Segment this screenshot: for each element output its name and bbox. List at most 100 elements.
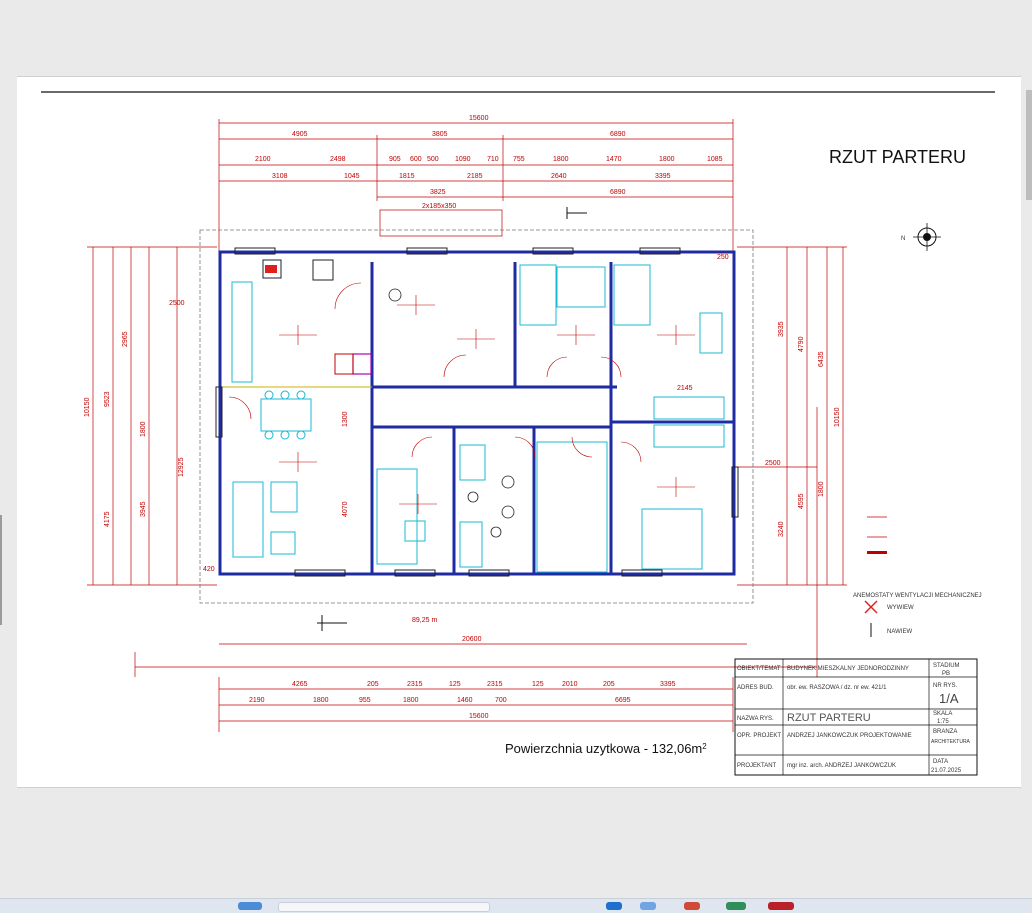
taskbar-search-box[interactable] [278, 902, 490, 912]
dim-right-1: 3935 [778, 321, 785, 337]
dim-r2-10: 1470 [606, 156, 622, 163]
dim-b1-5: 2315 [487, 681, 503, 688]
tb-side-label-4: BRANZA [933, 729, 957, 735]
dim-r2-11: 1800 [659, 156, 675, 163]
tb-value-5: mgr inz. arch. ANDRZEJ JANKOWCZUK [787, 763, 896, 769]
foundation-outline [199, 229, 754, 604]
tb-side-value-5: 21.07.2025 [931, 768, 962, 774]
tb-value-4: ANDRZEJ JANKOWCZUK PROJEKTOWANIE [787, 733, 912, 739]
dim-b2-7: 6695 [615, 697, 631, 704]
dim-b2-6: 700 [495, 697, 507, 704]
tb-side-label-3: SKALA [933, 711, 952, 717]
dim-r3-6: 3395 [655, 173, 671, 180]
dim-overall-bottom: 20600 [462, 636, 482, 643]
label-250: 250 [717, 254, 729, 261]
dim-right-2: 4790 [798, 336, 805, 352]
dim-left-7: 4070 [342, 501, 349, 517]
legend-heading: ANEMOSTATY WENTYLACJI MECHANICZNEJ [853, 593, 982, 599]
tb-side-value-2: 1/A [939, 691, 959, 706]
dim-b1-6: 125 [532, 681, 544, 688]
furniture [231, 264, 725, 573]
drawing-title: RZUT PARTERU [829, 147, 966, 167]
tb-label-1: OBIEKT/TEMAT [737, 666, 781, 672]
legend-item-exhaust: WYWIEW [887, 605, 914, 611]
bathroom-fixtures [388, 288, 515, 538]
building-walls [218, 250, 736, 576]
usable-area-label: Powierzchnia uzytkowa - 132,06m2 [505, 741, 707, 756]
dim-r3-2: 1045 [344, 173, 360, 180]
tb-value-3: RZUT PARTERU [787, 712, 871, 724]
taskbar-app-icon-4[interactable] [684, 902, 700, 910]
area-small-label: 89,25 m [412, 617, 437, 624]
dim-b1-1: 4265 [292, 681, 308, 688]
tb-side-value-3: 1:75 [937, 719, 949, 725]
dim-left-9: 2500 [169, 300, 185, 307]
dim-b2-3: 955 [359, 697, 371, 704]
dim-b2-1: 2190 [249, 697, 265, 704]
dim-right-7: 2500 [765, 460, 781, 467]
dim-b1-3: 2315 [407, 681, 423, 688]
dim-total-top: 15600 [469, 115, 489, 122]
dim-b1-9: 3395 [660, 681, 676, 688]
dim-r2-1: 2100 [255, 156, 271, 163]
tb-side-label-1: STADIUM [933, 663, 960, 669]
dim-r2-12: 1085 [707, 156, 723, 163]
dim-top-2: 3805 [432, 131, 448, 138]
door-swings [228, 282, 642, 463]
dim-b1-7: 2010 [562, 681, 578, 688]
legend: ANEMOSTATY WENTYLACJI MECHANICZNEJ WYWIE… [853, 516, 982, 637]
dim-r4-1: 3825 [430, 189, 446, 196]
tb-side-label-5: DATA [933, 759, 948, 765]
dim-left-10: 1300 [342, 411, 349, 427]
dim-r2-7: 710 [487, 156, 499, 163]
tb-label-5: PROJEKTANT [737, 763, 777, 769]
tb-side-value-4: ARCHITEKTURA [931, 739, 971, 745]
left-edge-handle [0, 515, 2, 625]
document-viewer: RZUT PARTERU 15600 4905 3805 6890 2100 2… [0, 0, 1032, 913]
dim-r2-3: 905 [389, 156, 401, 163]
taskbar-app-icon-5[interactable] [726, 902, 746, 910]
dim-r4-2: 6890 [610, 189, 626, 196]
dim-left-3: 12925 [178, 457, 185, 477]
taskbar-app-icon-6[interactable] [768, 902, 794, 910]
tb-side-value-1: PB [942, 671, 950, 677]
north-arrow-icon: N [901, 223, 941, 251]
tb-side-label-2: NR RYS. [933, 683, 958, 689]
dim-b2-2: 1800 [313, 697, 329, 704]
taskbar [0, 898, 1032, 913]
floor-plan-drawing: RZUT PARTERU 15600 4905 3805 6890 2100 2… [41, 91, 995, 776]
tb-value-1: BUDYNEK MIESZKALNY JEDNORODZINNY [787, 666, 909, 672]
dim-left-1: 10150 [84, 397, 91, 417]
dim-right-8: 1800 [818, 481, 825, 497]
dim-right-6: 3240 [778, 521, 785, 537]
dim-r2-5: 500 [427, 156, 439, 163]
stair-dim-label: 2x185x350 [422, 203, 456, 210]
appliances [262, 259, 372, 375]
dim-left-2: 9523 [104, 391, 111, 407]
room-labels [279, 295, 695, 514]
section-markers [317, 207, 587, 631]
dim-r2-9: 1800 [553, 156, 569, 163]
dim-r2-2: 2498 [330, 156, 346, 163]
dim-right-5: 4595 [798, 493, 805, 509]
dim-r2-8: 755 [513, 156, 525, 163]
tb-label-4: OPR. PROJEKT [737, 733, 781, 739]
dim-b1-8: 205 [603, 681, 615, 688]
vertical-scrollbar[interactable] [1026, 90, 1032, 200]
dim-top-3: 6890 [610, 131, 626, 138]
legend-item-supply: NAWIEW [887, 629, 912, 635]
dim-r3-1: 3108 [272, 173, 288, 180]
dim-r3-5: 2640 [551, 173, 567, 180]
dim-b2-4: 1800 [403, 697, 419, 704]
taskbar-app-icon-3[interactable] [640, 902, 656, 910]
tb-label-2: ADRES BUD. [737, 685, 774, 691]
taskbar-app-icon[interactable] [238, 902, 262, 910]
dim-r3-4: 2185 [467, 173, 483, 180]
dim-r2-4: 600 [410, 156, 422, 163]
dim-left-4: 4175 [104, 511, 111, 527]
tb-value-2: obr. ew. RASZOWA / dz. nr ew. 421/1 [787, 685, 887, 691]
taskbar-app-icon-2[interactable] [606, 902, 622, 910]
dim-left-8: 1800 [140, 421, 147, 437]
label-420: 420 [203, 566, 215, 573]
dim-b1-2: 205 [367, 681, 379, 688]
